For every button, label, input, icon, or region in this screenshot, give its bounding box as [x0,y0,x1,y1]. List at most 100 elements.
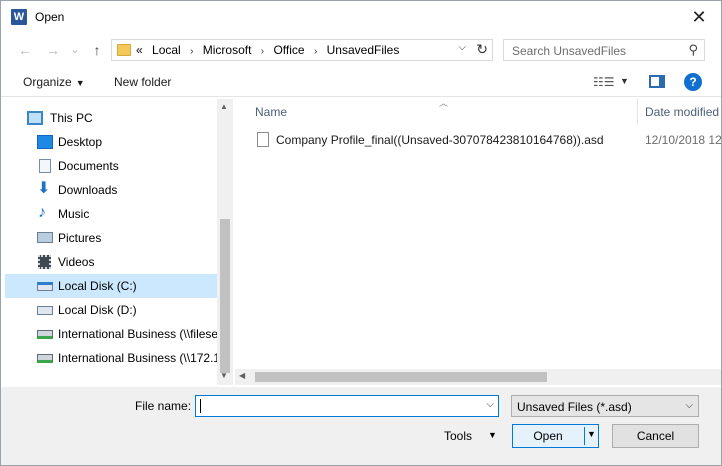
scrollbar-thumb[interactable] [255,372,547,382]
open-button-label: Open [533,429,563,443]
nav-item-desktop[interactable]: Desktop [5,130,217,154]
folder-icon [117,44,131,56]
breadcrumb-local[interactable]: Local [152,43,181,57]
file-date-modified: 12/10/2018 12 [645,133,722,147]
nav-item-label: Documents [58,159,119,173]
scroll-up-icon[interactable]: ▲ [220,102,228,111]
command-toolbar: Organize ▼ New folder ☷☰ ▼ ? [1,67,721,97]
nav-item-label: Local Disk (C:) [58,279,137,293]
caret-down-icon: ▼ [75,78,85,88]
open-button[interactable]: Open ▼ [512,424,599,448]
file-list-pane: ︿ Name Date modified Company Profile_fin… [235,98,722,385]
file-type-value: Unsaved Files (*.asd) [517,400,632,414]
address-dropdown-chevron-icon[interactable]: ⌵ [458,42,466,53]
tools-caret-down-icon[interactable]: ▼ [488,430,497,440]
address-bar[interactable]: « Local › Microsoft › Office › UnsavedFi… [111,39,493,61]
network-drive-icon [37,330,53,339]
nav-item-music[interactable]: ♪ Music [5,202,217,226]
network-drive-icon [37,354,53,363]
nav-item-label: International Business (\\filese [58,327,217,341]
nav-item-this-pc[interactable]: This PC [5,106,217,130]
scroll-left-icon[interactable]: ◀ [239,371,245,380]
nav-item-label: Desktop [58,135,103,149]
dialog-title: Open [35,10,65,24]
file-type-dropdown-chevron-icon[interactable]: ⌵ [685,400,693,411]
text-cursor [200,399,201,413]
open-options-caret-icon[interactable]: ▼ [587,429,596,439]
file-name-dropdown-chevron-icon[interactable]: ⌵ [486,399,494,410]
nav-item-label: Downloads [58,183,118,197]
breadcrumb-overflow[interactable]: « [136,43,143,57]
nav-item-label: Music [58,207,90,221]
file-icon [257,132,269,147]
search-icon[interactable]: ⚲ [688,42,698,58]
refresh-icon[interactable]: ↻ [476,41,488,58]
back-arrow-icon[interactable]: ← [15,40,35,60]
new-folder-button[interactable]: New folder [114,75,171,89]
close-button[interactable]: ✕ [677,1,721,33]
breadcrumb-microsoft[interactable]: Microsoft [203,43,252,57]
breadcrumb-unsavedfiles[interactable]: UnsavedFiles [327,43,400,57]
column-header-date-modified[interactable]: Date modified [645,105,719,119]
file-type-select[interactable]: Unsaved Files (*.asd) ⌵ [511,395,699,417]
file-name-input[interactable]: ⌵ [195,395,499,417]
cancel-button[interactable]: Cancel [612,424,699,448]
scrollbar-thumb[interactable] [220,219,230,373]
nav-pane-scrollbar[interactable]: ▲ ▼ [217,99,233,385]
title-bar: W Open ✕ [1,1,721,33]
tools-button[interactable]: Tools [444,429,472,443]
word-app-icon: W [11,9,27,25]
forward-arrow-icon[interactable]: → [43,40,63,60]
navigation-pane: This PC Desktop Documents ⬇ Downloads ♪ … [1,99,233,385]
organize-button[interactable]: Organize ▼ [23,75,85,89]
up-arrow-icon[interactable]: ↑ [87,40,107,60]
column-headers: ︿ Name Date modified [235,98,721,125]
nav-item-label: Pictures [58,231,102,245]
view-options-caret-icon[interactable]: ▼ [620,76,629,86]
column-header-name[interactable]: Name [255,105,287,119]
nav-item-documents[interactable]: Documents [5,154,217,178]
drive-icon [37,306,53,315]
downloads-icon: ⬇ [37,180,51,197]
desktop-icon [37,135,53,149]
dialog-footer: File name: ⌵ Unsaved Files (*.asd) ⌵ Too… [1,387,721,465]
nav-item-downloads[interactable]: ⬇ Downloads [5,178,217,202]
nav-item-network-drive-1[interactable]: International Business (\\filese [5,322,217,346]
nav-item-label: International Business (\\172.1 [58,351,217,365]
nav-item-local-disk-d[interactable]: Local Disk (D:) [5,298,217,322]
nav-item-label: This PC [50,111,93,125]
nav-item-label: Local Disk (D:) [58,303,137,317]
documents-icon [39,159,51,173]
music-icon: ♪ [38,204,46,221]
change-view-icon[interactable]: ☷☰ [593,75,615,89]
preview-pane-icon[interactable] [649,75,665,88]
file-list-horizontal-scrollbar[interactable]: ◀ [235,369,721,385]
column-divider[interactable] [637,99,638,125]
breadcrumb-separator-icon[interactable]: › [261,46,264,57]
navigation-bar: ← → ⌄ ↑ « Local › Microsoft › Office › U… [1,35,721,65]
drive-icon [37,282,53,291]
breadcrumb-office[interactable]: Office [273,43,304,57]
scroll-down-icon[interactable]: ▼ [220,371,228,380]
file-row[interactable]: Company Profile_final((Unsaved-307078423… [235,129,722,151]
split-divider [584,427,585,445]
sort-ascending-icon: ︿ [439,98,449,108]
recent-locations-chevron-icon[interactable]: ⌄ [65,40,85,60]
pictures-icon [37,232,53,243]
nav-item-pictures[interactable]: Pictures [5,226,217,250]
breadcrumb: « Local › Microsoft › Office › UnsavedFi… [136,43,405,57]
search-input[interactable]: Search UnsavedFiles [512,44,626,58]
nav-item-network-drive-2[interactable]: International Business (\\172.1 [5,346,217,370]
file-name: Company Profile_final((Unsaved-307078423… [276,133,604,147]
organize-label: Organize [23,75,72,89]
videos-icon [38,255,51,269]
nav-item-videos[interactable]: Videos [5,250,217,274]
help-icon[interactable]: ? [684,73,702,91]
search-box[interactable]: Search UnsavedFiles ⚲ [503,39,705,61]
nav-item-label: Videos [58,255,95,269]
breadcrumb-separator-icon[interactable]: › [190,46,193,57]
computer-icon [27,111,43,125]
file-name-label: File name: [135,399,192,413]
breadcrumb-separator-icon[interactable]: › [314,46,317,57]
nav-item-local-disk-c[interactable]: Local Disk (C:) [5,274,217,298]
